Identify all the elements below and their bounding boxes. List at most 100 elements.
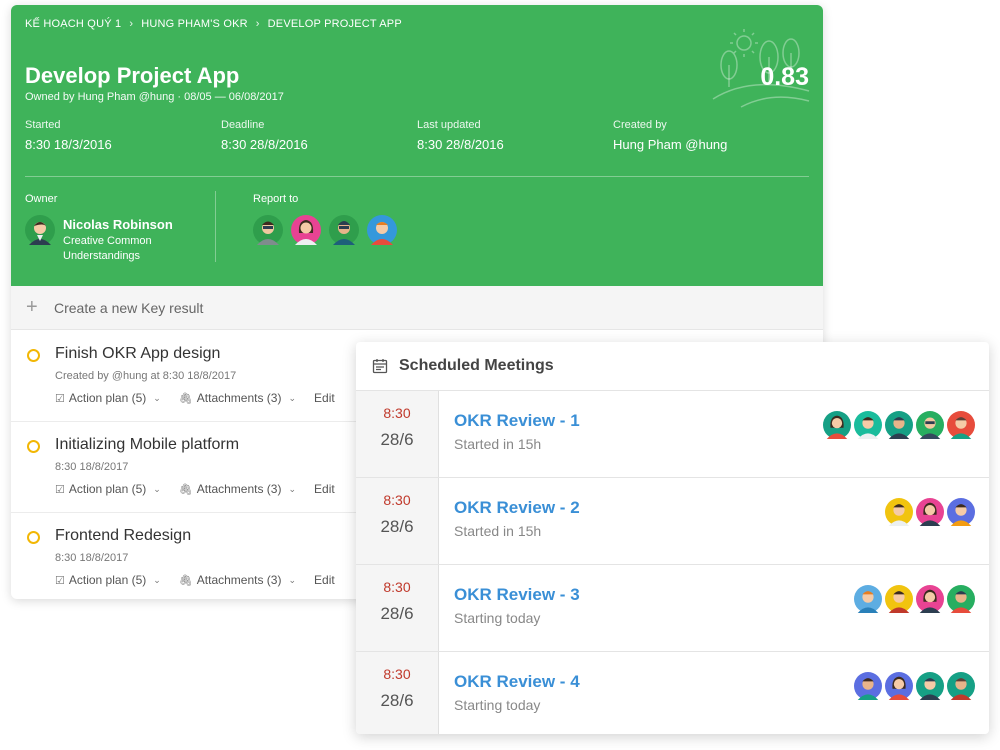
attachments-label: Attachments (3): [196, 573, 282, 587]
edit-link[interactable]: Edit: [314, 573, 335, 587]
action-plan-dropdown[interactable]: ☑ Action plan (5) ⌄: [55, 391, 161, 405]
meta-value: 8:30 28/8/2016: [417, 137, 504, 152]
status-circle-icon[interactable]: [27, 440, 40, 453]
attachments-dropdown[interactable]: 🖇 Attachments (3) ⌄: [179, 573, 296, 587]
status-circle-icon[interactable]: [27, 531, 40, 544]
meta-label: Started: [25, 119, 61, 131]
avatar[interactable]: [854, 672, 882, 700]
owner-role: Creative Common Understandings: [63, 235, 152, 262]
calendar-icon: [372, 359, 388, 374]
create-key-result-button[interactable]: + Create a new Key result: [11, 286, 823, 330]
avatar[interactable]: [885, 585, 913, 613]
meeting-time: 8:30: [383, 492, 411, 508]
key-result-actions: ☑ Action plan (5) ⌄ 🖇 Attachments (3) ⌄ Edit: [55, 391, 353, 405]
meeting-title[interactable]: OKR Review - 1: [454, 411, 580, 431]
scheduled-meetings-panel: Scheduled Meetings 8:30 28/6 OKR Review …: [356, 342, 989, 734]
okr-header: KẾ HOẠCH QUÝ 1 › HUNG PHAM'S OKR › DEVEL…: [11, 5, 823, 286]
meetings-title: Scheduled Meetings: [399, 357, 554, 374]
paperclip-icon: 🖇: [178, 392, 193, 405]
avatar[interactable]: [916, 672, 944, 700]
report-to-avatars: [253, 215, 397, 245]
key-result-meta: 8:30 18/8/2017: [55, 552, 129, 564]
attachments-label: Attachments (3): [196, 391, 282, 405]
avatar[interactable]: [329, 215, 359, 245]
report-to-label: Report to: [253, 193, 299, 205]
meeting-row[interactable]: 8:30 28/6 OKR Review - 2 Started in 15h: [356, 478, 989, 565]
avatar[interactable]: [854, 411, 882, 439]
key-result-title[interactable]: Finish OKR App design: [55, 345, 220, 363]
avatar[interactable]: [947, 411, 975, 439]
meeting-attendees: [854, 672, 975, 700]
status-circle-icon[interactable]: [27, 349, 40, 362]
meeting-row[interactable]: 8:30 28/6 OKR Review - 4 Starting today: [356, 652, 989, 734]
breadcrumb-item[interactable]: HUNG PHAM'S OKR: [141, 18, 248, 30]
meeting-attendees: [823, 411, 975, 439]
meeting-status: Started in 15h: [454, 436, 542, 452]
meta-deadline: Deadline 8:30 28/8/2016: [221, 119, 417, 152]
avatar[interactable]: [916, 498, 944, 526]
meta-started: Started 8:30 18/3/2016: [25, 119, 221, 152]
attachments-label: Attachments (3): [196, 482, 282, 496]
meta-label: Deadline: [221, 119, 265, 131]
key-result-actions: ☑ Action plan (5) ⌄ 🖇 Attachments (3) ⌄ Edit: [55, 482, 353, 496]
owner-label: Owner: [25, 193, 58, 205]
meeting-date: 28/6: [380, 517, 414, 536]
attachments-dropdown[interactable]: 🖇 Attachments (3) ⌄: [179, 391, 296, 405]
meeting-row[interactable]: 8:30 28/6 OKR Review - 1 Started in 15h: [356, 391, 989, 478]
breadcrumb-separator-icon: ›: [129, 18, 134, 30]
avatar[interactable]: [885, 672, 913, 700]
owner-divider: [215, 191, 216, 262]
meeting-time-column: 8:30 28/6: [356, 652, 439, 734]
meeting-title[interactable]: OKR Review - 4: [454, 672, 580, 692]
meeting-time-column: 8:30 28/6: [356, 391, 439, 477]
meeting-status: Starting today: [454, 610, 541, 626]
avatar[interactable]: [947, 585, 975, 613]
key-result-meta: 8:30 18/8/2017: [55, 461, 129, 473]
breadcrumb-item[interactable]: DEVELOP PROJECT APP: [268, 18, 402, 30]
meeting-date: 28/6: [380, 604, 414, 623]
avatar[interactable]: [885, 411, 913, 439]
meeting-title[interactable]: OKR Review - 2: [454, 498, 580, 518]
avatar[interactable]: [253, 215, 283, 245]
meta-value: 8:30 18/3/2016: [25, 137, 112, 152]
avatar[interactable]: [823, 411, 851, 439]
avatar[interactable]: [916, 585, 944, 613]
chevron-down-icon: ⌄: [153, 574, 161, 585]
avatar[interactable]: [367, 215, 397, 245]
page-title: Develop Project App: [25, 63, 240, 88]
avatar[interactable]: [947, 672, 975, 700]
chevron-down-icon: ⌄: [288, 574, 297, 585]
paperclip-icon: 🖇: [178, 574, 193, 587]
avatar[interactable]: [854, 585, 882, 613]
meeting-status: Starting today: [454, 697, 541, 713]
checkbox-icon: ☑: [55, 574, 65, 587]
create-key-result-label: Create a new Key result: [54, 299, 204, 316]
chevron-down-icon: ⌄: [288, 483, 297, 494]
meta-value: 8:30 28/8/2016: [221, 137, 308, 152]
avatar[interactable]: [916, 411, 944, 439]
owner-avatar[interactable]: [25, 215, 55, 245]
key-result-title[interactable]: Frontend Redesign: [55, 527, 191, 545]
chevron-down-icon: ⌄: [288, 392, 297, 403]
meeting-time-column: 8:30 28/6: [356, 565, 439, 651]
chevron-down-icon: ⌄: [153, 392, 161, 403]
edit-link[interactable]: Edit: [314, 391, 335, 405]
breadcrumb-separator-icon: ›: [255, 18, 260, 30]
attachments-dropdown[interactable]: 🖇 Attachments (3) ⌄: [179, 482, 296, 496]
avatar[interactable]: [947, 498, 975, 526]
breadcrumb: KẾ HOẠCH QUÝ 1 › HUNG PHAM'S OKR › DEVEL…: [25, 18, 402, 30]
avatar[interactable]: [291, 215, 321, 245]
breadcrumb-item[interactable]: KẾ HOẠCH QUÝ 1: [25, 18, 121, 30]
avatar[interactable]: [885, 498, 913, 526]
meeting-time-column: 8:30 28/6: [356, 478, 439, 564]
action-plan-dropdown[interactable]: ☑ Action plan (5) ⌄: [55, 482, 161, 496]
checkbox-icon: ☑: [55, 392, 65, 405]
meeting-status: Started in 15h: [454, 523, 542, 539]
meeting-title[interactable]: OKR Review - 3: [454, 585, 580, 605]
action-plan-dropdown[interactable]: ☑ Action plan (5) ⌄: [55, 573, 161, 587]
edit-link[interactable]: Edit: [314, 482, 335, 496]
owner-name[interactable]: Nicolas Robinson: [63, 217, 173, 232]
key-result-title[interactable]: Initializing Mobile platform: [55, 436, 239, 454]
meeting-row[interactable]: 8:30 28/6 OKR Review - 3 Starting today: [356, 565, 989, 652]
meeting-time: 8:30: [383, 579, 411, 595]
